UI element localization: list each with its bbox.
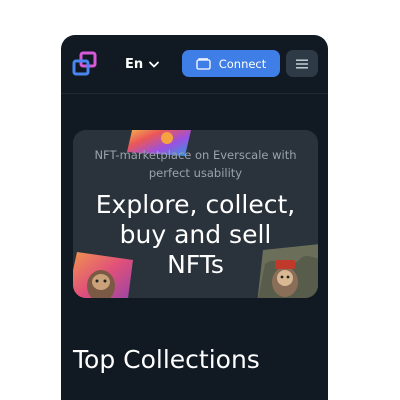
marketplace-logo-icon[interactable]: [72, 51, 98, 77]
connect-wallet-button[interactable]: Connect: [182, 50, 280, 77]
wallet-icon: [196, 57, 211, 70]
hero-banner: NFT-marketplace on Everscale with perfec…: [73, 130, 318, 298]
app-screen: En Connect NFT-marketplace on Everscale …: [61, 35, 328, 400]
connect-label: Connect: [218, 56, 267, 71]
hero-title: Explore, collect, buy and sell NFTs: [95, 190, 296, 279]
hamburger-menu-icon: [296, 59, 308, 68]
top-collections-heading: Top Collections: [73, 345, 260, 374]
language-selector[interactable]: En: [125, 54, 160, 74]
language-label: En: [125, 56, 144, 72]
chevron-down-icon: [149, 61, 160, 67]
menu-button[interactable]: [286, 50, 318, 77]
hero-subtitle: NFT-marketplace on Everscale with perfec…: [94, 148, 297, 180]
top-header: En Connect: [61, 35, 328, 94]
